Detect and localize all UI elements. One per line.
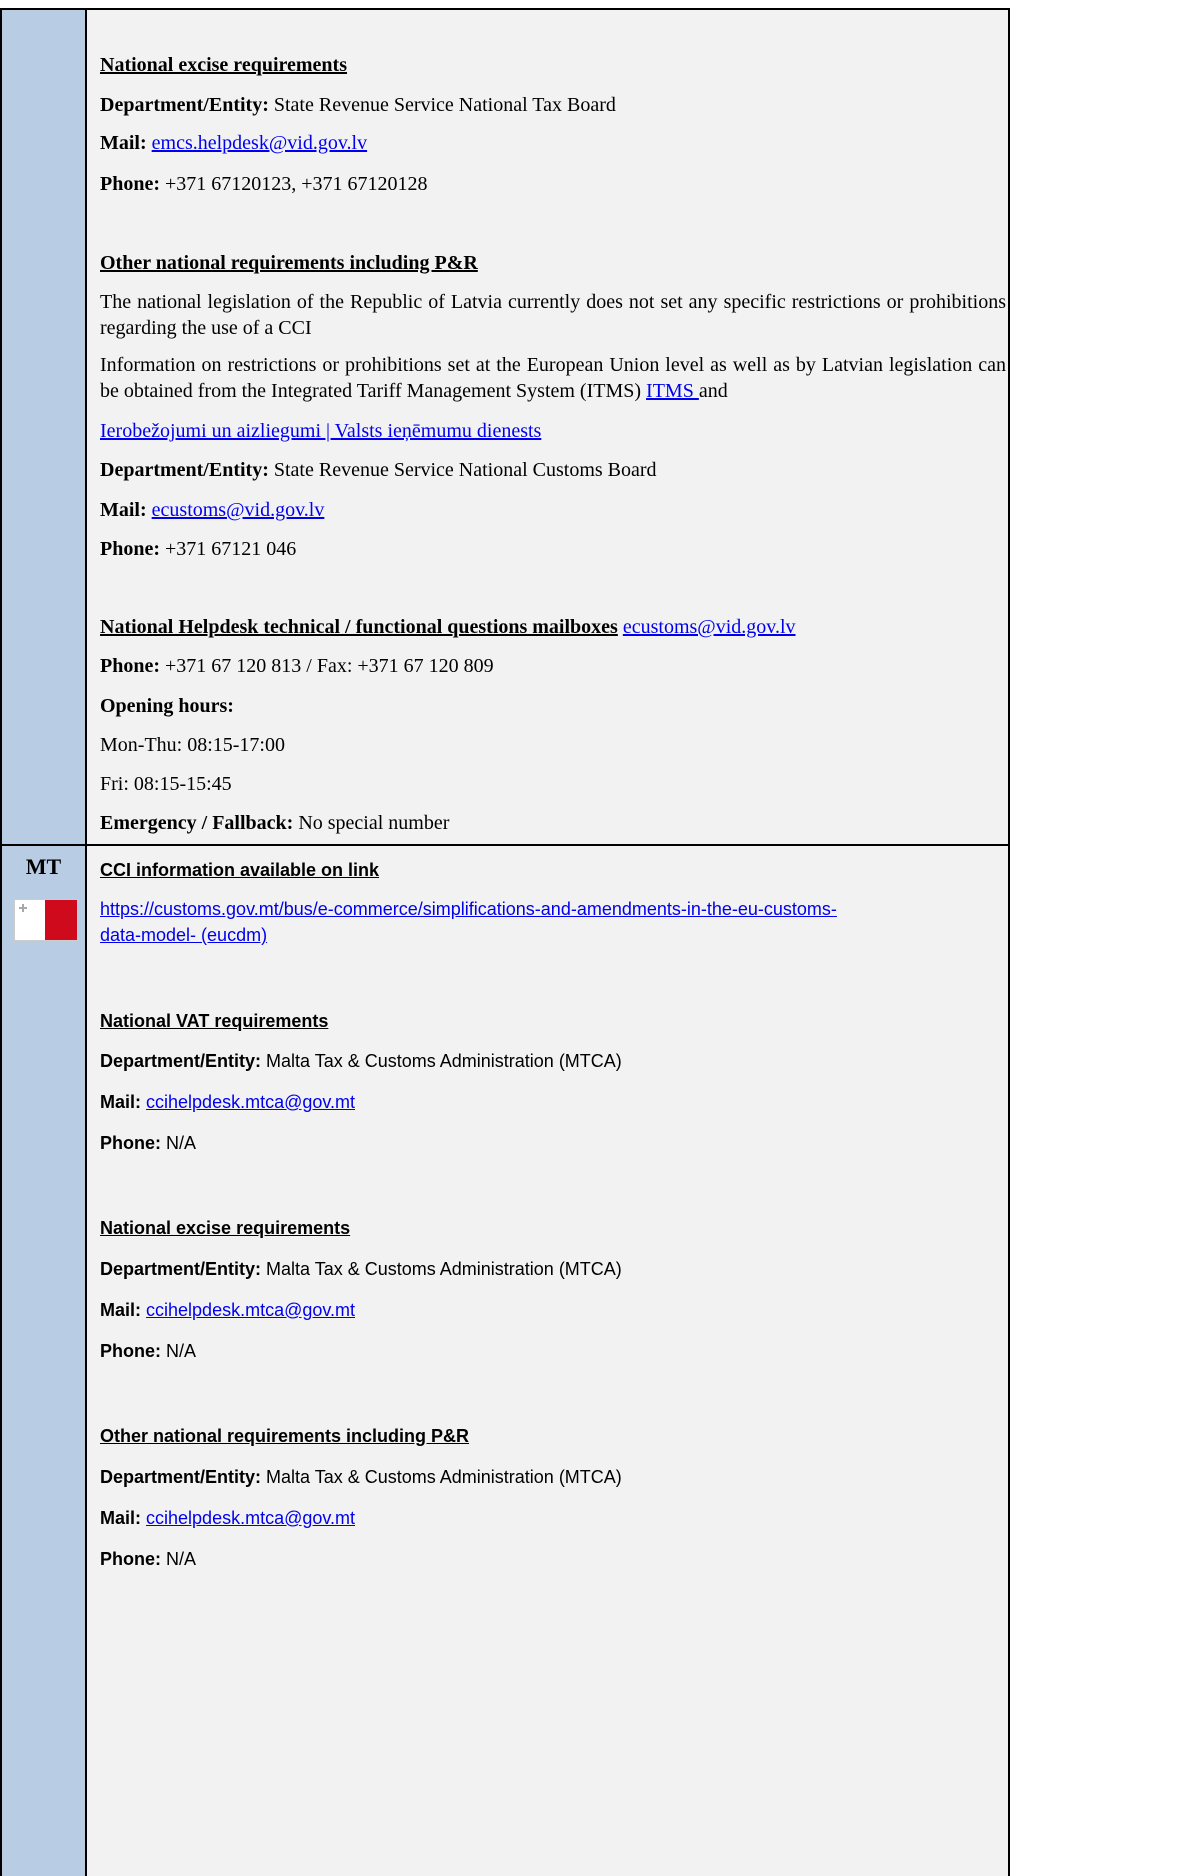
mt-vat-mail: Mail: ccihelpdesk.mtca@gov.mt	[100, 1092, 355, 1113]
lv-excise-heading: National excise requirements	[100, 54, 348, 76]
phone-value: +371 67120123, +371 67120128	[165, 173, 428, 195]
lv-opening-hours-label: Opening hours:	[100, 695, 234, 718]
mt-excise-department: Department/Entity: Malta Tax & Customs A…	[100, 1259, 622, 1280]
phone-label: Phone:	[100, 173, 160, 195]
paragraph-tail: and	[698, 380, 728, 402]
phone-label: Phone:	[100, 1341, 161, 1361]
country-cell-lv	[0, 8, 87, 844]
itms-link[interactable]: ITMS	[646, 380, 699, 402]
restrictions-link[interactable]: Ierobežojumi un aizliegumi | Valsts ieņē…	[100, 420, 541, 442]
mail-label: Mail:	[100, 132, 147, 154]
mail-label: Mail:	[100, 499, 147, 521]
country-code: MT	[25, 854, 62, 879]
lv-emergency: Emergency / Fallback: No special number	[100, 812, 449, 835]
country-content-lv: National excise requirements Department/…	[87, 8, 1010, 844]
lv-excise-mail: Mail: emcs.helpdesk@vid.gov.lv	[100, 132, 367, 155]
mail-link[interactable]: ccihelpdesk.mtca@gov.mt	[146, 1508, 355, 1528]
phone-label: Phone:	[100, 655, 160, 677]
mail-label: Mail:	[100, 1092, 142, 1112]
helpdesk-heading: National Helpdesk technical / functional…	[100, 616, 618, 638]
lv-other-paragraph-2: Information on restrictions or prohibiti…	[100, 352, 1006, 404]
mail-link[interactable]: ecustoms@vid.gov.lv	[152, 499, 325, 521]
lv-other-heading: Other national requirements including P&…	[100, 252, 478, 274]
department-value: Malta Tax & Customs Administration (MTCA…	[266, 1467, 622, 1487]
department-value: State Revenue Service National Tax Board	[273, 94, 616, 116]
department-value: Malta Tax & Customs Administration (MTCA…	[266, 1259, 622, 1279]
mt-other-heading: Other national requirements including P&…	[100, 1426, 470, 1446]
mt-cci-heading: CCI information available on link	[100, 860, 380, 880]
mt-vat-heading: National VAT requirements	[100, 1011, 329, 1031]
phone-value: N/A	[166, 1133, 197, 1153]
lv-other-phone: Phone: +371 67121 046	[100, 538, 296, 561]
country-row-lv: National excise requirements Department/…	[0, 8, 1010, 844]
country-cell-mt: MT	[0, 844, 87, 1876]
cci-link-continued[interactable]: data-model- (eucdm)	[100, 925, 267, 945]
mt-other-mail: Mail: ccihelpdesk.mtca@gov.mt	[100, 1508, 355, 1529]
department-label: Department/Entity:	[100, 1051, 262, 1071]
lv-other-mail: Mail: ecustoms@vid.gov.lv	[100, 499, 324, 522]
phone-value: +371 67 120 813 / Fax: +371 67 120 809	[165, 655, 494, 677]
mt-excise-phone: Phone: N/A	[100, 1341, 196, 1362]
helpdesk-mail-link[interactable]: ecustoms@vid.gov.lv	[623, 616, 796, 638]
mail-link[interactable]: ccihelpdesk.mtca@gov.mt	[146, 1300, 355, 1320]
emergency-value: No special number	[298, 812, 450, 834]
lv-helpdesk-line: National Helpdesk technical / functional…	[100, 616, 796, 639]
mt-other-phone: Phone: N/A	[100, 1549, 196, 1570]
lv-hours-mon-thu: Mon-Thu: 08:15-17:00	[100, 734, 285, 756]
mail-link[interactable]: emcs.helpdesk@vid.gov.lv	[152, 132, 367, 154]
mail-link[interactable]: ccihelpdesk.mtca@gov.mt	[146, 1092, 355, 1112]
phone-value: +371 67121 046	[165, 538, 297, 560]
phone-label: Phone:	[100, 538, 160, 560]
lv-excise-phone: Phone: +371 67120123, +371 67120128	[100, 173, 428, 196]
mail-label: Mail:	[100, 1508, 142, 1528]
lv-hours-fri: Fri: 08:15-15:45	[100, 773, 232, 795]
department-value: State Revenue Service National Customs B…	[273, 459, 657, 481]
country-content-mt: CCI information available on link https:…	[87, 844, 1010, 1876]
department-label: Department/Entity:	[100, 459, 269, 481]
department-value: Malta Tax & Customs Administration (MTCA…	[266, 1051, 622, 1071]
phone-label: Phone:	[100, 1549, 161, 1569]
lv-other-paragraph-1: The national legislation of the Republic…	[100, 291, 1006, 339]
department-label: Department/Entity:	[100, 94, 269, 116]
cci-link[interactable]: https://customs.gov.mt/bus/e-commerce/si…	[100, 899, 837, 919]
mail-label: Mail:	[100, 1300, 142, 1320]
mt-vat-phone: Phone: N/A	[100, 1133, 196, 1154]
phone-value: N/A	[166, 1549, 197, 1569]
mt-other-department: Department/Entity: Malta Tax & Customs A…	[100, 1467, 622, 1488]
paragraph-text: Information on restrictions or prohibiti…	[100, 354, 1006, 402]
emergency-label: Emergency / Fallback:	[100, 812, 294, 834]
mt-excise-heading: National excise requirements	[100, 1218, 351, 1238]
mt-cci-link-line-2: data-model- (eucdm)	[100, 925, 267, 946]
lv-other-department: Department/Entity: State Revenue Service…	[100, 459, 657, 482]
phone-label: Phone:	[100, 1133, 161, 1153]
department-label: Department/Entity:	[100, 1259, 262, 1279]
mt-vat-department: Department/Entity: Malta Tax & Customs A…	[100, 1051, 622, 1072]
country-row-mt: MT CCI information available on link htt…	[0, 844, 1010, 1876]
country-contacts-table: National excise requirements Department/…	[0, 8, 1010, 1876]
lv-helpdesk-phone: Phone: +371 67 120 813 / Fax: +371 67 12…	[100, 655, 494, 678]
opening-hours-label: Opening hours:	[100, 695, 234, 717]
lv-excise-department: Department/Entity: State Revenue Service…	[100, 94, 616, 117]
phone-value: N/A	[166, 1341, 197, 1361]
department-label: Department/Entity:	[100, 1467, 262, 1487]
malta-flag-icon	[14, 899, 78, 941]
mt-excise-mail: Mail: ccihelpdesk.mtca@gov.mt	[100, 1300, 355, 1321]
mt-cci-link-line-1: https://customs.gov.mt/bus/e-commerce/si…	[100, 899, 837, 920]
lv-other-restrictions-link-line: Ierobežojumi un aizliegumi | Valsts ieņē…	[100, 420, 541, 443]
